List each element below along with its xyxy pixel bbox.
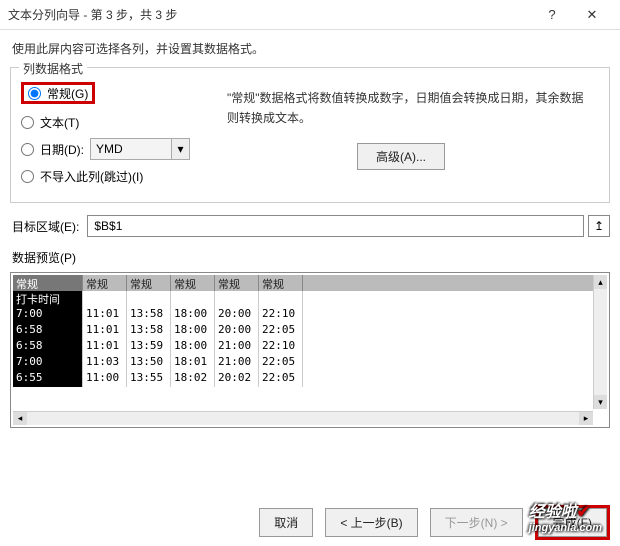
col-header[interactable]: 常规	[13, 275, 83, 291]
collapse-icon: ↥	[594, 219, 604, 233]
table-row: 7:00 11:03 13:50 18:01 21:00 22:05	[13, 355, 607, 371]
range-select-button[interactable]: ↥	[588, 215, 610, 237]
radio-date[interactable]	[21, 143, 34, 156]
back-button[interactable]: < 上一步(B)	[325, 508, 417, 537]
scroll-down-icon[interactable]: ▾	[594, 395, 607, 409]
scroll-up-icon[interactable]: ▴	[594, 275, 607, 289]
table-row: 7:00 11:01 13:58 18:00 20:00 22:10	[13, 307, 607, 323]
radio-text-label[interactable]: 文本(T)	[40, 114, 79, 131]
advanced-button[interactable]: 高级(A)...	[357, 143, 445, 170]
radio-skip-label[interactable]: 不导入此列(跳过)(I)	[40, 168, 143, 185]
col-header[interactable]: 常规	[127, 275, 171, 291]
radio-general-highlight: 常规(G)	[21, 82, 95, 104]
finish-highlight: 完成(F)	[535, 505, 610, 540]
vertical-scrollbar[interactable]: ▴ ▾	[593, 275, 607, 409]
preview-col-headers: 常规 常规 常规 常规 常规 常规	[13, 275, 607, 291]
close-button[interactable]: ✕	[572, 0, 612, 30]
finish-button[interactable]: 完成(F)	[538, 508, 607, 537]
radio-skip[interactable]	[21, 170, 34, 183]
destination-value: $B$1	[94, 219, 122, 233]
col-header[interactable]: 常规	[171, 275, 215, 291]
preview-rows: 打卡时间 7:00 11:01 13:58 18:00 20:00 22:10 …	[13, 291, 607, 387]
row-header-cell: 打卡时间	[13, 291, 83, 307]
destination-row: 目标区域(E): $B$1 ↥	[12, 215, 610, 237]
col-header[interactable]: 常规	[83, 275, 127, 291]
col-header-spacer	[303, 275, 607, 291]
date-format-dropdown[interactable]: YMD ▾	[90, 138, 190, 160]
radio-date-label[interactable]: 日期(D):	[40, 141, 84, 158]
radio-general[interactable]	[28, 87, 41, 100]
destination-input[interactable]: $B$1	[87, 215, 584, 237]
table-row: 6:58 11:01 13:59 18:00 21:00 22:10	[13, 339, 607, 355]
scroll-right-icon[interactable]: ▸	[579, 412, 593, 425]
column-format-group: 列数据格式 常规(G) 文本(T) 日期(D): YMD ▾	[10, 67, 610, 203]
date-format-value: YMD	[96, 142, 123, 156]
radio-general-label[interactable]: 常规(G)	[47, 85, 88, 102]
title-bar: 文本分列向导 - 第 3 步，共 3 步 ? ✕	[0, 0, 620, 30]
table-row: 6:55 11:00 13:55 18:02 20:02 22:05	[13, 371, 607, 387]
cancel-button[interactable]: 取消	[259, 508, 313, 537]
format-description: "常规"数据格式将数值转换成数字，日期值会转换成日期，其余数据则转换成文本。	[227, 88, 595, 129]
column-format-legend: 列数据格式	[19, 60, 87, 77]
col-header[interactable]: 常规	[215, 275, 259, 291]
destination-label: 目标区域(E):	[12, 218, 79, 235]
table-row: 6:58 11:01 13:58 18:00 20:00 22:05	[13, 323, 607, 339]
next-button: 下一步(N) >	[430, 508, 523, 537]
help-button[interactable]: ?	[532, 0, 572, 30]
col-header[interactable]: 常规	[259, 275, 303, 291]
dialog-body: 使用此屏内容可选择各列，并设置其数据格式。 列数据格式 常规(G) 文本(T) …	[0, 30, 620, 432]
scroll-left-icon[interactable]: ◂	[13, 412, 27, 425]
footer-buttons: 取消 < 上一步(B) 下一步(N) > 完成(F)	[259, 505, 610, 540]
radio-text[interactable]	[21, 116, 34, 129]
table-row: 打卡时间	[13, 291, 607, 307]
preview-label: 数据预览(P)	[12, 249, 610, 266]
window-title: 文本分列向导 - 第 3 步，共 3 步	[8, 6, 532, 23]
chevron-down-icon[interactable]: ▾	[171, 139, 189, 159]
preview-area: 常规 常规 常规 常规 常规 常规 打卡时间 7:00 11:01	[10, 272, 610, 428]
horizontal-scrollbar[interactable]: ◂ ▸	[13, 411, 593, 425]
instruction-text: 使用此屏内容可选择各列，并设置其数据格式。	[10, 40, 610, 57]
